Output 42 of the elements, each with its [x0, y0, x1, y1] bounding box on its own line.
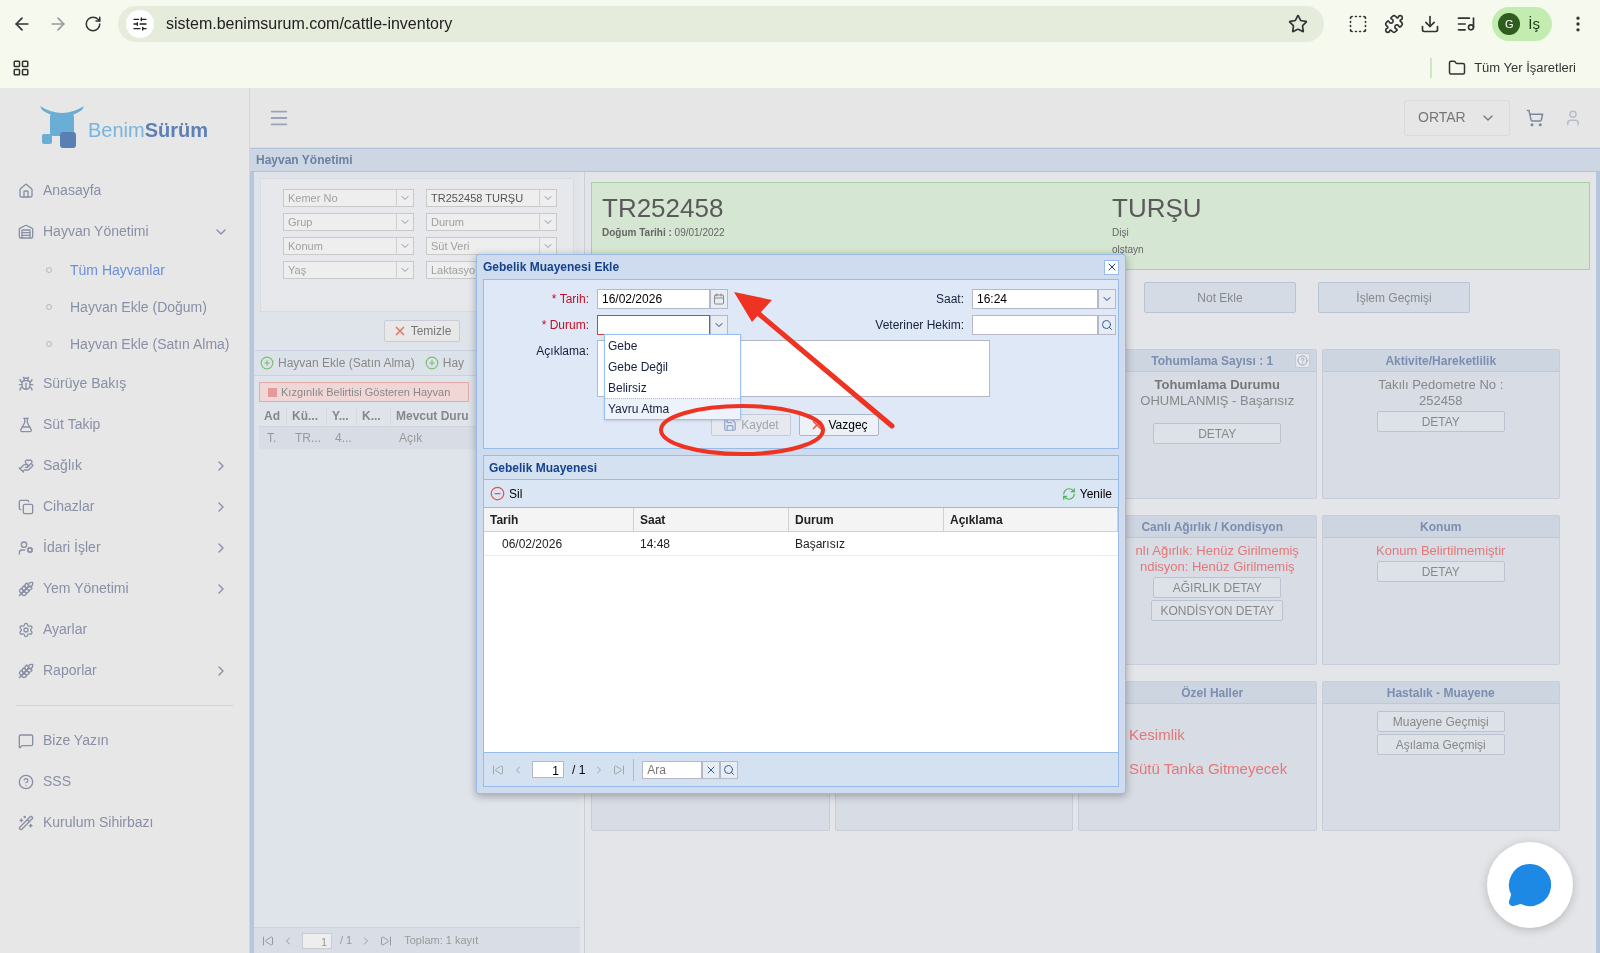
animal-name: TURŞU [1112, 193, 1202, 223]
table-cell-text: Başarısız [794, 535, 846, 553]
page-count: / 1 [572, 761, 586, 779]
card-text: Kesimlik [1129, 727, 1185, 743]
card-title: Aktivite/Hareketlilik [1385, 352, 1497, 370]
card-title: Canlı Ağırlık / Kondisyon [1141, 518, 1284, 536]
birth-date: Doğum Tarihi : 09/01/2022 [602, 226, 726, 240]
profile-label: İş [1528, 13, 1540, 34]
field-label: * Tarih: [551, 291, 589, 308]
table-cell-text: TR... [294, 430, 322, 447]
table-cell-text: 06/02/2026 [501, 535, 564, 553]
card-title: Konum [1420, 518, 1462, 536]
card-title: Hastalık - Muayene [1386, 684, 1495, 702]
card-text: Takılı Pedometre No : [1378, 377, 1504, 393]
field-label: Saat: [935, 291, 964, 308]
card-title: Tohumlama Sayısı : 1 [1151, 352, 1274, 370]
logo-text: BenimSürüm [88, 118, 209, 143]
panel-title: Hayvan Yönetimi [256, 152, 353, 169]
card-text: Tohumlama Durumu [1154, 377, 1280, 393]
animal-breed: olştayn [1112, 243, 1145, 257]
panel-title: Gebelik Muayenesi [489, 459, 598, 477]
card-text: ndisyon: Henüz Girilmemiş [1139, 559, 1295, 575]
dialog-title: Gebelik Muayenesi Ekle [483, 259, 620, 276]
table-cell-text: 4... [334, 430, 353, 447]
page-count: / 1 [340, 933, 353, 949]
card-text: nlı Ağırlık: Henüz Girilmemiş [1135, 543, 1299, 559]
animal-sex: Dişi [1112, 226, 1130, 240]
card-text: Konum Belirtilmemiştir [1376, 543, 1506, 559]
avatar: G [1498, 13, 1521, 35]
legend-item: Kızgınlık Belirtisi Gösteren Hayvan [259, 382, 469, 402]
field-label: Açıklama: [536, 343, 589, 360]
table-cell-text: 14:48 [639, 535, 672, 553]
card-title: Özel Haller [1181, 684, 1244, 702]
card-text: OHUMLANMIŞ - Başarısız [1140, 393, 1295, 409]
animal-id: TR252458 [602, 193, 725, 223]
field-label: Veteriner Hekim: [875, 317, 964, 334]
table-cell-text: T. [266, 430, 278, 447]
field-label: * Durum: [541, 317, 589, 334]
record-count: Toplam: 1 kayıt [404, 933, 479, 949]
table-cell-text: Açık [398, 430, 424, 447]
card-text: Sütü Tanka Gitmeyecek [1129, 761, 1288, 777]
card-text: 252458 [1419, 393, 1463, 409]
